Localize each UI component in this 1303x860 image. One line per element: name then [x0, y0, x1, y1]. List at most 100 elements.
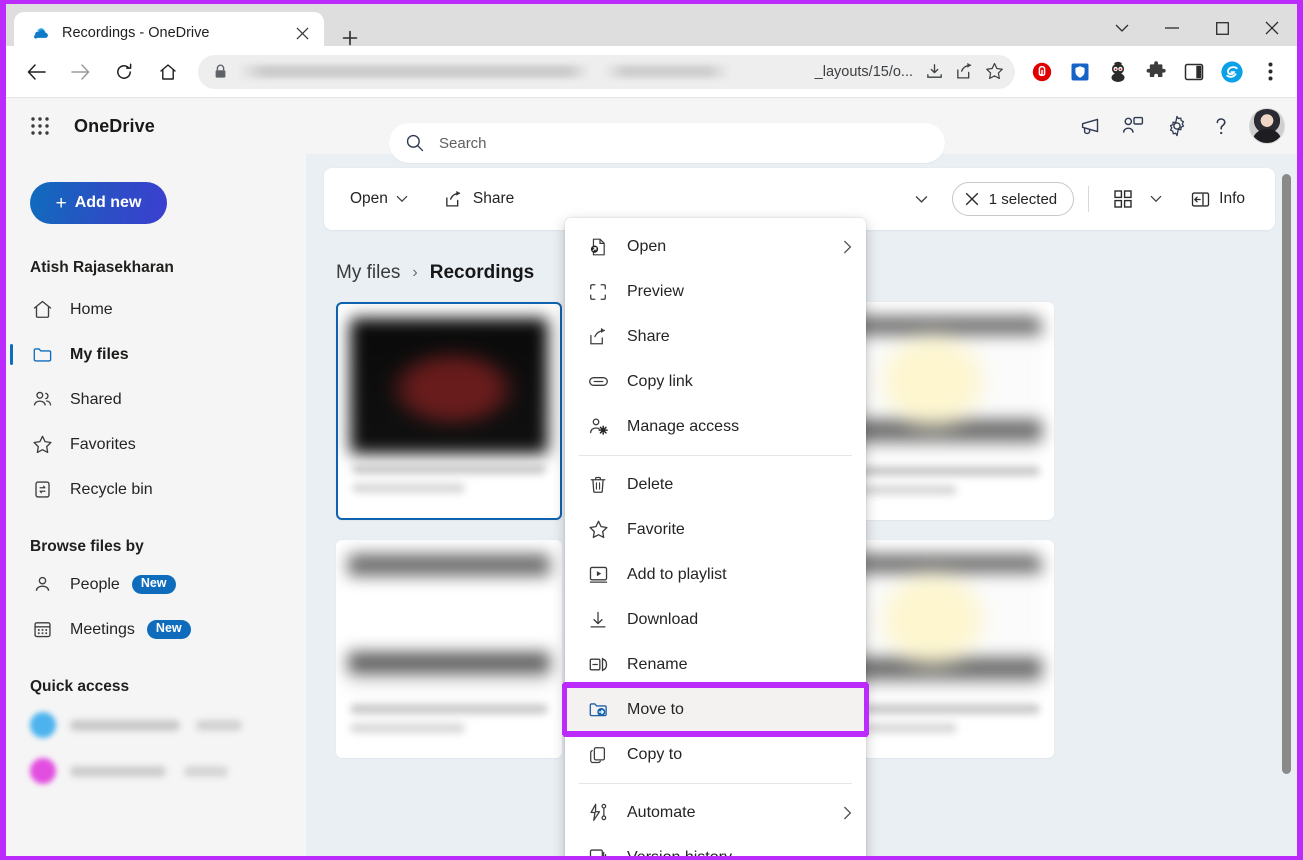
rename-icon	[587, 654, 609, 676]
browser-tabstrip: Recordings - OneDrive	[6, 4, 1297, 46]
context-menu-separator	[579, 455, 852, 456]
quick-access-item[interactable]	[18, 702, 294, 748]
context-menu-item-favorite[interactable]: Favorite	[565, 507, 866, 552]
file-thumbnail	[350, 318, 548, 454]
adblock-icon[interactable]	[1025, 55, 1059, 89]
privacy-badger-icon[interactable]	[1101, 55, 1135, 89]
lock-icon[interactable]	[214, 64, 228, 80]
view-switcher-button[interactable]	[1103, 181, 1172, 217]
search-box[interactable]: Search	[389, 123, 945, 163]
share-icon[interactable]	[949, 57, 979, 87]
selection-count-chip[interactable]: 1 selected	[952, 182, 1074, 216]
context-menu-item-share[interactable]: Share	[565, 314, 866, 359]
reload-icon[interactable]	[106, 54, 142, 90]
context-menu-item-manage-access[interactable]: Manage access	[565, 404, 866, 449]
address-bar[interactable]: _layouts/15/o...	[198, 55, 1015, 89]
address-bar-url-tail: _layouts/15/o...	[815, 64, 919, 80]
sidebar-item-home[interactable]: Home	[18, 287, 294, 332]
account-name: Atish Rajasekharan	[30, 259, 294, 277]
user-avatar[interactable]	[1249, 108, 1285, 144]
open-file-icon	[587, 236, 609, 258]
info-panel-button[interactable]: Info	[1180, 181, 1255, 217]
recycle-bin-icon	[30, 478, 54, 502]
chevron-down-icon	[1150, 195, 1162, 203]
sidebar-item-favorites[interactable]: Favorites	[18, 422, 294, 467]
forward-arrow-icon[interactable]	[62, 54, 98, 90]
chevron-down-icon[interactable]	[1097, 4, 1147, 52]
vertical-scrollbar-thumb[interactable]	[1282, 174, 1291, 774]
close-icon[interactable]	[290, 21, 314, 45]
minimize-window-button[interactable]	[1147, 4, 1197, 52]
sidebar-item-meetings[interactable]: Meetings New	[18, 607, 294, 652]
selection-count-label: 1 selected	[989, 191, 1057, 208]
context-menu-item-add-to-playlist[interactable]: Add to playlist	[565, 552, 866, 597]
settings-gear-icon[interactable]	[1155, 104, 1199, 148]
file-tile-meta-blurred	[352, 464, 546, 502]
extensions-puzzle-icon[interactable]	[1139, 55, 1173, 89]
share-button[interactable]: Share	[434, 181, 524, 217]
sidebar-item-recycle-bin[interactable]: Recycle bin	[18, 467, 294, 512]
file-thumbnail	[840, 554, 1042, 690]
context-menu-item-label: Manage access	[627, 418, 739, 436]
submenu-chevron-icon	[843, 240, 852, 254]
help-question-icon[interactable]	[1199, 104, 1243, 148]
context-menu-item-copy-link[interactable]: Copy link	[565, 359, 866, 404]
context-menu-item-copy-to[interactable]: Copy to	[565, 732, 866, 777]
chevron-down-icon	[396, 195, 408, 203]
context-menu-item-move-to[interactable]: Move to	[565, 687, 866, 732]
new-badge: New	[132, 575, 176, 594]
clear-selection-icon[interactable]	[965, 192, 979, 206]
app-launcher-icon[interactable]	[20, 106, 60, 146]
home-icon[interactable]	[150, 54, 186, 90]
context-menu-item-delete[interactable]: Delete	[565, 462, 866, 507]
chevron-down-icon	[915, 195, 928, 204]
open-button[interactable]: Open	[340, 181, 418, 217]
context-menu-item-download[interactable]: Download	[565, 597, 866, 642]
person-icon	[30, 573, 54, 597]
ublock-shield-icon[interactable]	[1063, 55, 1097, 89]
sidebar-item-label: Favorites	[70, 436, 136, 454]
back-arrow-icon[interactable]	[18, 54, 54, 90]
context-menu-item-rename[interactable]: Rename	[565, 642, 866, 687]
breadcrumb-item-my-files[interactable]: My files	[336, 262, 400, 284]
people-icon	[30, 388, 54, 412]
install-app-icon[interactable]	[919, 57, 949, 87]
feedback-icon[interactable]	[1111, 104, 1155, 148]
close-window-button[interactable]	[1247, 4, 1297, 52]
add-new-button[interactable]: + Add new	[30, 182, 167, 224]
link-icon	[587, 371, 609, 393]
address-bar-url-blurred	[238, 65, 809, 78]
side-panel-icon[interactable]	[1177, 55, 1211, 89]
file-tile-meta-blurred	[842, 704, 1040, 742]
context-menu-item-label: Share	[627, 328, 670, 346]
browser-menu-icon[interactable]	[1253, 55, 1287, 89]
context-menu-item-label: Favorite	[627, 521, 685, 539]
context-menu-item-label: Delete	[627, 476, 673, 494]
more-commands-chevron[interactable]	[905, 181, 938, 217]
maximize-window-button[interactable]	[1197, 4, 1247, 52]
add-new-label: Add new	[75, 194, 142, 212]
calendar-icon	[30, 618, 54, 642]
bookmark-star-icon[interactable]	[979, 57, 1009, 87]
sidebar-item-my-files[interactable]: My files	[18, 332, 294, 377]
info-panel-icon	[1190, 189, 1210, 209]
context-menu-item-label: Add to playlist	[627, 566, 727, 584]
plus-icon: +	[56, 194, 67, 213]
quick-access-title: Quick access	[30, 678, 294, 696]
file-tile[interactable]	[336, 540, 562, 758]
sidebar-item-people[interactable]: People New	[18, 562, 294, 607]
context-menu-item-automate[interactable]: Automate	[565, 790, 866, 835]
star-icon	[30, 433, 54, 457]
context-menu-item-label: Copy to	[627, 746, 682, 764]
screenshot-root: Recordings - OneDrive	[0, 0, 1303, 860]
context-menu-item-open[interactable]: Open	[565, 224, 866, 269]
sidebar-item-shared[interactable]: Shared	[18, 377, 294, 422]
quick-access-item[interactable]	[18, 748, 294, 794]
quick-access-label-blurred	[70, 720, 180, 731]
context-menu-item-version-history[interactable]: Version history	[565, 835, 866, 856]
context-menu-item-preview[interactable]: Preview	[565, 269, 866, 314]
file-tile[interactable]	[336, 302, 562, 520]
megaphone-icon[interactable]	[1067, 104, 1111, 148]
trash-icon	[587, 474, 609, 496]
grammar-assistant-icon[interactable]	[1215, 55, 1249, 89]
